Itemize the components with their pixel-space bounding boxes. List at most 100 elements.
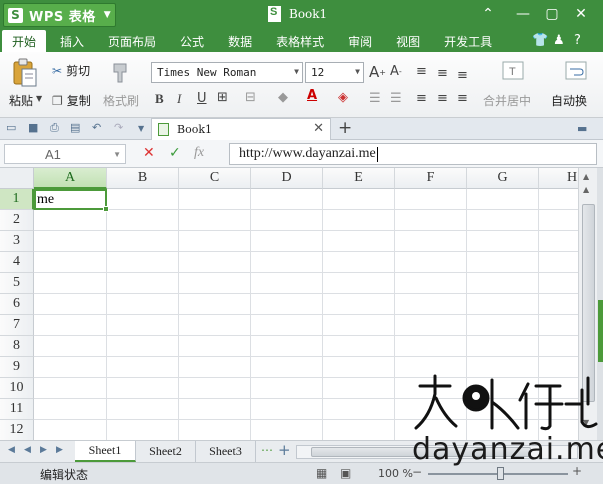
copy-button[interactable]: ❐ 复制 [52, 92, 91, 109]
wrap-text-label[interactable]: 自动换 [551, 92, 587, 109]
close-tab-icon[interactable]: ✕ [313, 121, 324, 136]
row-header-1[interactable]: 1 [0, 189, 34, 210]
increase-font-icon[interactable]: A + [369, 63, 386, 81]
zoom-out-icon[interactable]: − [412, 465, 422, 479]
sheet-tab-sheet3[interactable]: Sheet3 [196, 441, 256, 462]
spreadsheet-grid[interactable]: A B C D E F G H 1 2 3 4 5 6 7 8 9 10 11 … [0, 168, 578, 440]
zoom-slider-knob[interactable] [497, 467, 504, 480]
insert-function-icon[interactable]: fx [194, 145, 204, 161]
user-icon[interactable]: ♟ [553, 33, 565, 48]
align-center-icon[interactable]: ≡ [437, 91, 448, 106]
select-all-corner[interactable] [0, 168, 34, 189]
tab-developer[interactable]: 开发工具 [434, 30, 502, 52]
align-middle-icon[interactable]: ≡ [437, 66, 448, 81]
tab-home[interactable]: 开始 [2, 30, 47, 52]
sheet-tab-sheet1[interactable]: Sheet1 [75, 441, 136, 462]
indent-decrease-icon[interactable]: ☰ [369, 91, 381, 106]
row-header-10[interactable]: 10 [0, 378, 34, 399]
maximize-button[interactable]: ▢ [541, 4, 563, 24]
cell-a1[interactable]: me [37, 192, 54, 208]
row-header-8[interactable]: 8 [0, 336, 34, 357]
paste-label[interactable]: 粘贴 [9, 92, 33, 109]
confirm-edit-icon[interactable]: ✓ [169, 145, 181, 161]
scroll-down-icon[interactable]: ▼ [583, 418, 589, 427]
scroll-up-icon[interactable]: ▲ [583, 185, 589, 194]
row-header-5[interactable]: 5 [0, 273, 34, 294]
cell-style-icon[interactable]: ⊟ [245, 90, 256, 105]
paste-button[interactable] [12, 58, 38, 91]
column-header-e[interactable]: E [323, 168, 395, 189]
more-sheets-icon[interactable]: ⋯ [261, 443, 273, 457]
vertical-scroll-thumb[interactable] [582, 204, 595, 402]
close-button[interactable]: ✕ [570, 4, 592, 24]
redo-icon[interactable]: ↷ [114, 121, 123, 134]
column-header-d[interactable]: D [251, 168, 323, 189]
tab-menu-icon[interactable]: ▬ [577, 122, 587, 135]
row-header-7[interactable]: 7 [0, 315, 34, 336]
align-top-icon[interactable]: ≡ [416, 64, 427, 79]
underline-icon[interactable]: U [197, 91, 207, 106]
print-icon[interactable]: ⎙ [50, 121, 59, 135]
row-header-11[interactable]: 11 [0, 399, 34, 420]
paste-dropdown-icon[interactable]: ▼ [36, 94, 42, 103]
align-left-icon[interactable]: ≡ [416, 91, 427, 106]
quick-access-dropdown-icon[interactable]: ▼ [138, 124, 144, 133]
italic-icon[interactable]: I [177, 91, 181, 107]
next-sheet-icon[interactable]: ▶ [40, 445, 47, 455]
help-icon[interactable]: ? [574, 33, 581, 48]
page-break-view-icon[interactable]: ▣ [340, 466, 351, 480]
add-sheet-button[interactable]: + [278, 441, 291, 459]
tab-formulas[interactable]: 公式 [170, 30, 214, 52]
tab-data[interactable]: 数据 [218, 30, 262, 52]
tab-review[interactable]: 审阅 [338, 30, 382, 52]
scroll-up-icon[interactable]: ▲ [583, 172, 589, 181]
open-icon[interactable]: ▭ [6, 121, 16, 134]
sheet-tab-sheet2[interactable]: Sheet2 [136, 441, 196, 462]
tab-view[interactable]: 视图 [386, 30, 430, 52]
row-header-2[interactable]: 2 [0, 210, 34, 231]
column-header-c[interactable]: C [179, 168, 251, 189]
column-header-f[interactable]: F [395, 168, 467, 189]
cancel-edit-icon[interactable]: ✕ [143, 145, 155, 161]
indent-increase-icon[interactable]: ☰ [390, 91, 402, 106]
collapse-ribbon-button[interactable]: ⌃ [477, 4, 499, 24]
tab-insert[interactable]: 插入 [50, 30, 94, 52]
normal-view-icon[interactable]: ▦ [316, 466, 327, 480]
format-painter-label[interactable]: 格式刷 [103, 92, 139, 109]
tab-table-style[interactable]: 表格样式 [266, 30, 334, 52]
tab-page-layout[interactable]: 页面布局 [98, 30, 166, 52]
undo-icon[interactable]: ↶ [92, 121, 101, 134]
column-header-b[interactable]: B [107, 168, 179, 189]
row-header-6[interactable]: 6 [0, 294, 34, 315]
bold-icon[interactable]: B [155, 91, 164, 107]
align-right-icon[interactable]: ≡ [457, 91, 468, 106]
shirt-icon[interactable]: 👕 [532, 33, 548, 48]
row-header-12[interactable]: 12 [0, 420, 34, 440]
clear-format-icon[interactable]: ◈ [338, 90, 348, 105]
row-header-4[interactable]: 4 [0, 252, 34, 273]
prev-sheet-icon[interactable]: ◀ [24, 445, 31, 455]
row-header-3[interactable]: 3 [0, 231, 34, 252]
save-icon[interactable]: ■ [28, 121, 38, 134]
wrap-text-icon[interactable] [565, 61, 587, 84]
row-header-9[interactable]: 9 [0, 357, 34, 378]
last-sheet-icon[interactable]: ▶ [56, 445, 63, 455]
first-sheet-icon[interactable]: ◀ [8, 445, 15, 455]
fill-handle[interactable] [103, 206, 109, 212]
borders-icon[interactable]: ⊞ [217, 90, 228, 105]
minimize-button[interactable]: — [512, 4, 534, 24]
format-painter-icon[interactable] [110, 60, 134, 89]
font-name-select[interactable]: Times New Roman ▼ [151, 62, 303, 83]
font-size-select[interactable]: 12 ▼ [305, 62, 364, 83]
app-menu-button[interactable]: S WPS 表格 ▼ [3, 3, 116, 27]
new-tab-button[interactable]: + [338, 118, 352, 138]
column-header-h[interactable]: H [539, 168, 578, 189]
side-panel-toggle[interactable] [598, 300, 603, 362]
name-box[interactable]: A1 ▼ [4, 144, 126, 164]
fill-color-icon[interactable]: ◆ [278, 90, 288, 105]
font-color-icon[interactable]: A [307, 88, 317, 103]
align-bottom-icon[interactable]: ≡ [457, 68, 468, 83]
column-header-a[interactable]: A [34, 168, 107, 189]
decrease-font-icon[interactable]: A- [390, 64, 402, 79]
merge-center-icon[interactable]: T [502, 61, 524, 84]
